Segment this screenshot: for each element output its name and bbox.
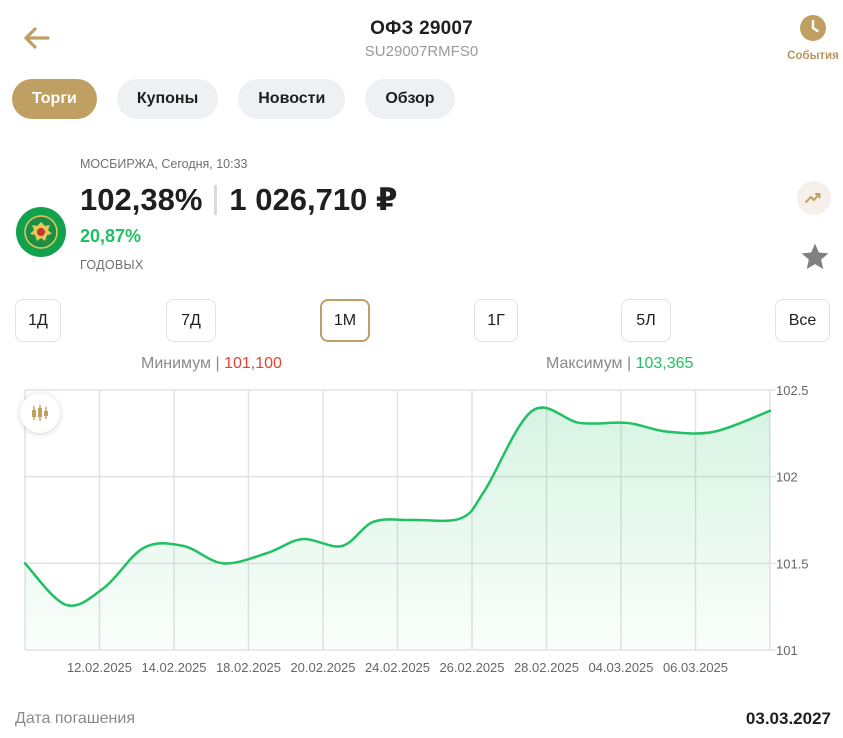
period-1y[interactable]: 1Г (474, 299, 518, 342)
issuer-emblem (16, 207, 66, 257)
y-tick-label: 102.5 (776, 383, 809, 398)
page-title: ОФЗ 29007 (370, 18, 473, 39)
x-tick-label: 26.02.2025 (439, 660, 504, 675)
isin-code: SU29007RMFS0 (364, 43, 479, 60)
yield-value: 20,87% (80, 226, 142, 246)
yield-label: ГОДОВЫХ (80, 258, 144, 272)
y-tick-label: 101.5 (776, 556, 809, 571)
price-chart[interactable]: 102.5 102 101.5 101 12.02.2025 14.02.2025 18.… (0, 380, 843, 680)
favorite-button[interactable] (797, 239, 833, 275)
clock-icon (800, 15, 826, 41)
maturity-label: Дата погашения (15, 710, 135, 727)
price-divider (214, 185, 218, 215)
events-button[interactable]: События (785, 14, 841, 62)
minimum-value: 101,100 (224, 355, 282, 372)
trend-icon (805, 193, 821, 203)
tab-news[interactable]: Новости (238, 79, 346, 119)
emblem-icon (24, 215, 58, 249)
star-icon (801, 243, 829, 269)
y-tick-label: 102 (776, 470, 798, 485)
exchange-timestamp: МОСБИРЖА, Сегодня, 10:33 (80, 157, 248, 171)
tab-trades[interactable]: Торги (12, 79, 97, 119)
period-all[interactable]: Все (775, 299, 830, 342)
x-tick-label: 12.02.2025 (67, 660, 132, 675)
candlestick-toggle-button[interactable] (20, 393, 60, 433)
x-tick-label: 14.02.2025 (141, 660, 206, 675)
period-1d[interactable]: 1Д (15, 299, 61, 342)
section-tabs: Торги Купоны Новости Обзор (12, 79, 455, 119)
candlestick-icon (32, 405, 48, 421)
price-percent: 102,38% (80, 182, 203, 217)
x-tick-label: 06.03.2025 (663, 660, 728, 675)
maximum-value: 103,365 (635, 355, 694, 372)
tab-coupons[interactable]: Купоны (116, 79, 219, 119)
x-tick-label: 24.02.2025 (365, 660, 430, 675)
x-tick-label: 28.02.2025 (514, 660, 579, 675)
tab-overview[interactable]: Обзор (365, 79, 455, 119)
x-tick-label: 18.02.2025 (216, 660, 281, 675)
trend-button[interactable] (797, 181, 831, 215)
price-line: 102,38% 1 026,710 ₽ (80, 182, 397, 218)
price-rub: 1 026,710 ₽ (229, 182, 398, 217)
header-title-block: ОФЗ 29007 SU29007RMFS0 (0, 18, 843, 60)
price-chart-svg: 102.5 102 101.5 101 12.02.2025 14.02.2025 18.… (23, 383, 809, 675)
x-tick-label: 04.03.2025 (588, 660, 653, 675)
y-tick-label: 101 (776, 643, 798, 658)
period-5y[interactable]: 5Л (621, 299, 671, 342)
maturity-date: 03.03.2027 (745, 709, 831, 728)
minimum-label: Минимум (141, 355, 212, 372)
events-label: События (787, 50, 839, 62)
period-1m[interactable]: 1М (320, 299, 370, 342)
period-7d[interactable]: 7Д (166, 299, 216, 342)
minimum-stat: Минимум | 101,100 (141, 355, 282, 372)
x-tick-label: 20.02.2025 (290, 660, 355, 675)
maximum-stat: Максимум | 103,365 (546, 355, 694, 372)
period-selector: 1Д 7Д 1М 1Г 5Л Все (15, 299, 830, 343)
maximum-label: Максимум (546, 355, 623, 372)
